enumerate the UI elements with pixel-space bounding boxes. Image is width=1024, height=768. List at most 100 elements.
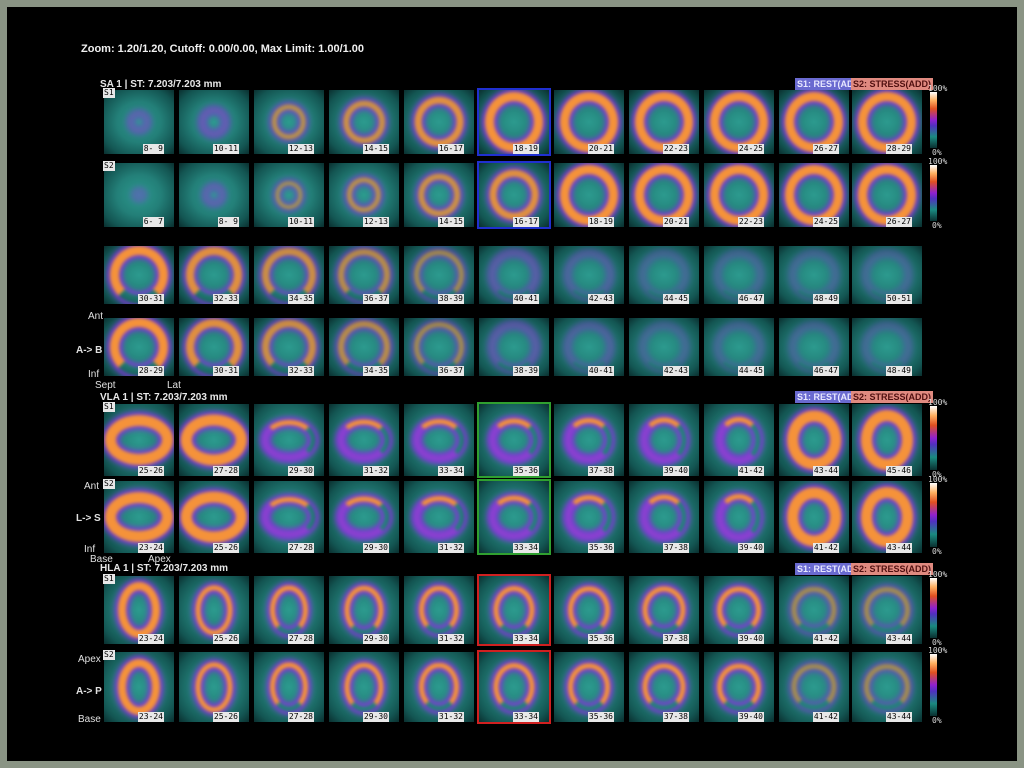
slice-image[interactable]: 30-31 [179, 318, 249, 376]
slice-image[interactable]: 25-26 [179, 576, 249, 644]
slice-image[interactable]: 40-41 [479, 246, 549, 304]
slice-image[interactable]: 42-43 [629, 318, 699, 376]
slice-image[interactable]: 25-26 [179, 481, 249, 553]
section-title: HLA 1 | ST: 7.203/7.203 mm [100, 563, 229, 574]
slice-image[interactable]: 43-44 [852, 652, 922, 722]
myocardium-uptake [858, 165, 916, 225]
slice-range-label: 23-24 [137, 634, 164, 644]
slice-image[interactable]: 23-24 [104, 652, 174, 722]
slice-image[interactable]: 41-42 [704, 404, 774, 476]
slice-image[interactable]: 36-37 [329, 246, 399, 304]
myocardium-uptake [717, 494, 761, 540]
myocardium-uptake [180, 414, 248, 466]
slice-image[interactable]: 24-25 [779, 163, 849, 227]
slice-image[interactable]: 20-21 [554, 90, 624, 154]
slice-image[interactable]: 25-26 [104, 404, 174, 476]
slice-image[interactable]: 12-13 [329, 163, 399, 227]
slice-image[interactable]: 18-19 [479, 90, 549, 154]
slice-image[interactable]: 35-36 [554, 652, 624, 722]
slice-image[interactable]: 44-45 [629, 246, 699, 304]
slice-image[interactable]: 37-38 [629, 576, 699, 644]
slice-image[interactable]: 10-11 [179, 90, 249, 154]
slice-image[interactable]: 50-51 [852, 246, 922, 304]
slice-image[interactable]: 42-43 [554, 246, 624, 304]
slice-image[interactable]: 33-34 [479, 481, 549, 553]
slice-image[interactable]: 31-32 [329, 404, 399, 476]
slice-image[interactable]: 39-40 [704, 481, 774, 553]
slice-image[interactable]: 39-40 [704, 576, 774, 644]
slice-image[interactable]: 32-33 [254, 318, 324, 376]
slice-image[interactable]: 23-24 [104, 576, 174, 644]
slice-image[interactable]: 43-44 [852, 481, 922, 553]
slice-image[interactable]: 39-40 [704, 652, 774, 722]
slice-image[interactable]: 26-27 [852, 163, 922, 227]
slice-image[interactable]: 8- 9 [104, 90, 174, 154]
slice-image[interactable]: 37-38 [554, 404, 624, 476]
slice-image[interactable]: 16-17 [404, 90, 474, 154]
slice-image[interactable]: 46-47 [779, 318, 849, 376]
slice-image[interactable]: 16-17 [479, 163, 549, 227]
slice-image[interactable]: 31-32 [404, 576, 474, 644]
slice-image[interactable]: 33-34 [479, 576, 549, 644]
color-scale-max: 100% [928, 398, 948, 407]
slice-image[interactable]: 12-13 [254, 90, 324, 154]
slice-image[interactable]: 32-33 [179, 246, 249, 304]
slice-image[interactable]: 20-21 [629, 163, 699, 227]
slice-image[interactable]: 38-39 [404, 246, 474, 304]
slice-image[interactable]: 37-38 [629, 652, 699, 722]
slice-image[interactable]: 28-29 [852, 90, 922, 154]
slice-image[interactable]: 18-19 [554, 163, 624, 227]
slice-image[interactable]: 22-23 [629, 90, 699, 154]
slice-image[interactable]: 27-28 [254, 576, 324, 644]
slice-image[interactable]: 14-15 [329, 90, 399, 154]
slice-image[interactable]: 35-36 [554, 576, 624, 644]
slice-image[interactable]: 43-44 [852, 576, 922, 644]
slice-image[interactable]: 29-30 [329, 576, 399, 644]
slice-image[interactable]: 25-26 [179, 652, 249, 722]
slice-image[interactable]: 37-38 [629, 481, 699, 553]
slice-image[interactable]: 24-25 [704, 90, 774, 154]
slice-image[interactable]: 34-35 [329, 318, 399, 376]
slice-image[interactable]: 46-47 [704, 246, 774, 304]
slice-image[interactable]: 39-40 [629, 404, 699, 476]
slice-image[interactable]: 6- 7 [104, 163, 174, 227]
slice-image[interactable]: 48-49 [779, 246, 849, 304]
slice-image[interactable]: 33-34 [404, 404, 474, 476]
slice-image[interactable]: 8- 9 [179, 163, 249, 227]
myocardium-uptake [635, 165, 693, 225]
slice-image[interactable]: 27-28 [254, 652, 324, 722]
slice-image[interactable]: 10-11 [254, 163, 324, 227]
slice-image[interactable]: 26-27 [779, 90, 849, 154]
slice-image[interactable]: 27-28 [179, 404, 249, 476]
slice-image[interactable]: 38-39 [479, 318, 549, 376]
slice-image[interactable]: 14-15 [404, 163, 474, 227]
slice-image[interactable]: 36-37 [404, 318, 474, 376]
slice-range-label: 44-45 [737, 366, 764, 376]
slice-image[interactable]: 43-44 [779, 404, 849, 476]
slice-image[interactable]: 23-24 [104, 481, 174, 553]
slice-image[interactable]: 28-29 [104, 318, 174, 376]
myocardium-uptake [858, 92, 916, 152]
slice-image[interactable]: 33-34 [479, 652, 549, 722]
slice-image[interactable]: 27-28 [254, 481, 324, 553]
myocardium-uptake [642, 586, 686, 634]
slice-image[interactable]: 31-32 [404, 652, 474, 722]
slice-image[interactable]: 29-30 [329, 481, 399, 553]
slice-image[interactable]: 31-32 [404, 481, 474, 553]
slice-image[interactable]: 48-49 [852, 318, 922, 376]
slice-image[interactable]: 41-42 [779, 652, 849, 722]
color-scale-min: 0% [932, 716, 942, 725]
slice-image[interactable]: 29-30 [254, 404, 324, 476]
slice-image[interactable]: 44-45 [704, 318, 774, 376]
slice-image[interactable]: 41-42 [779, 481, 849, 553]
slice-image[interactable]: 29-30 [329, 652, 399, 722]
slice-image[interactable]: 45-46 [852, 404, 922, 476]
slice-image[interactable]: 30-31 [104, 246, 174, 304]
slice-image[interactable]: 34-35 [254, 246, 324, 304]
slice-image[interactable]: 35-36 [554, 481, 624, 553]
slice-image[interactable]: 41-42 [779, 576, 849, 644]
slice-range-label: 35-36 [512, 466, 539, 476]
slice-image[interactable]: 22-23 [704, 163, 774, 227]
slice-image[interactable]: 35-36 [479, 404, 549, 476]
slice-image[interactable]: 40-41 [554, 318, 624, 376]
